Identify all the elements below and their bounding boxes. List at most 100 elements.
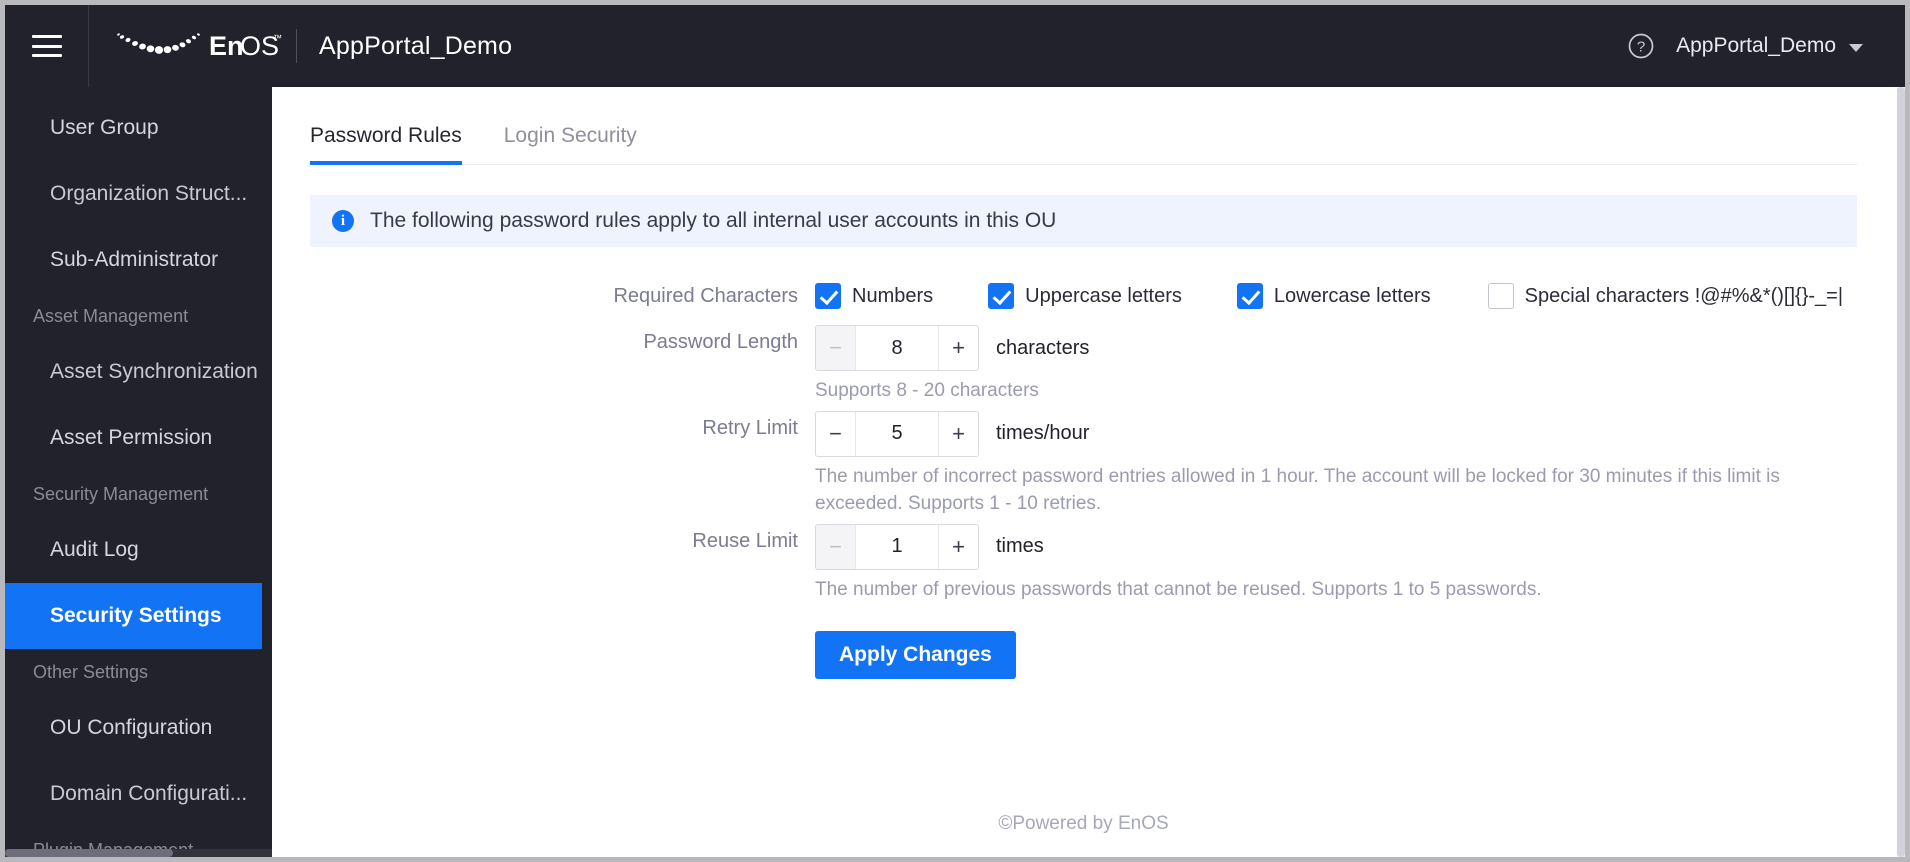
sidebar-item-label: Organization Struct... (50, 182, 248, 205)
password-length-decrement-button[interactable]: − (816, 326, 856, 370)
sidebar-group-asset-management: Asset Management (5, 293, 272, 339)
sidebar-item-sub-administrator[interactable]: Sub-Administrator (5, 227, 272, 293)
sidebar-group-other-settings: Other Settings (5, 649, 272, 695)
retry-limit-unit: times/hour (996, 422, 1090, 445)
svg-text:™: ™ (273, 33, 282, 43)
sidebar-group-label: Other Settings (33, 661, 149, 682)
application-window: En OS ™ AppPortal_Demo ? AppPortal_Demo (0, 0, 1910, 862)
page-content: Password Rules Login Security i The foll… (272, 87, 1905, 813)
chevron-down-icon (1849, 43, 1863, 52)
form-row-apply: Apply Changes (310, 631, 1857, 680)
password-rules-form: Required Characters Numbers Uppercase le… (310, 273, 1857, 680)
required-characters-label: Required Characters (613, 285, 798, 307)
tab-login-security[interactable]: Login Security (504, 124, 637, 164)
main-vertical-scrollbar[interactable] (1897, 87, 1905, 857)
sidebar-item-label: Security Settings (50, 604, 222, 627)
reuse-limit-decrement-button[interactable]: − (816, 524, 856, 569)
sidebar-group-security-management: Security Management (5, 471, 272, 517)
retry-limit-input[interactable]: 5 (856, 412, 938, 456)
user-menu[interactable]: AppPortal_Demo (1676, 34, 1863, 58)
app-title: AppPortal_Demo (319, 31, 513, 60)
hamburger-bars (31, 35, 62, 57)
svg-text:?: ? (1637, 39, 1645, 56)
tab-label: Login Security (503, 124, 637, 147)
checkbox-box-icon (1487, 283, 1514, 309)
tab-bar: Password Rules Login Security (310, 87, 1857, 165)
password-length-increment-button[interactable]: + (938, 326, 978, 370)
sidebar-item-audit-log[interactable]: Audit Log (5, 517, 272, 583)
user-name-label: AppPortal_Demo (1676, 34, 1836, 57)
checkbox-label: Special characters !@#%&*()[]{}-_=| (1524, 284, 1844, 307)
header-actions: ? AppPortal_Demo (1626, 31, 1905, 61)
sidebar-item-user-group[interactable]: User Group (5, 95, 272, 161)
tab-password-rules[interactable]: Password Rules (310, 124, 462, 165)
apply-changes-button[interactable]: Apply Changes (815, 631, 1016, 680)
retry-limit-increment-button[interactable]: + (938, 411, 978, 456)
checkbox-label: Numbers (852, 284, 934, 307)
sidebar-item-label: User Group (50, 116, 159, 139)
checkbox-numbers[interactable]: Numbers (815, 283, 933, 309)
page-footer: ©Powered by EnOS (998, 813, 1169, 834)
info-circle-icon: i (332, 210, 354, 232)
form-row-reuse-limit: Reuse Limit − 1 + times The number of pr… (310, 518, 1857, 604)
sidebar-horizontal-scrollbar[interactable] (5, 849, 272, 857)
brand-divider (296, 29, 297, 63)
sidebar-group-label: Asset Management (33, 305, 189, 326)
sidebar-item-security-settings[interactable]: Security Settings (5, 583, 262, 649)
reuse-limit-hint: The number of previous passwords that ca… (815, 578, 1542, 600)
password-length-label: Password Length (643, 331, 798, 353)
svg-text:En: En (209, 31, 244, 61)
retry-limit-hint: The number of incorrect password entries… (815, 465, 1780, 515)
password-length-stepper: − 8 + (815, 325, 979, 371)
sidebar-item-label: Sub-Administrator (50, 248, 219, 271)
reuse-limit-unit: times (996, 535, 1044, 558)
body-container: User Group Organization Struct... Sub-Ad… (5, 87, 1905, 857)
info-banner: i The following password rules apply to … (310, 195, 1857, 247)
sidebar-item-organization-structure[interactable]: Organization Struct... (5, 161, 272, 227)
retry-limit-label: Retry Limit (702, 416, 798, 439)
retry-limit-stepper: − 5 + (815, 410, 979, 457)
tab-label: Password Rules (310, 124, 462, 147)
sidebar-item-label: OU Configuration (50, 716, 213, 739)
sidebar-item-asset-synchronization[interactable]: Asset Synchronization (5, 339, 272, 405)
password-length-hint: Supports 8 - 20 characters (815, 380, 1039, 401)
sidebar-group-label: Security Management (33, 483, 209, 504)
checkbox-uppercase-letters[interactable]: Uppercase letters (988, 283, 1182, 309)
enos-logo-icon: En OS ™ (117, 31, 282, 61)
sidebar-item-asset-permission[interactable]: Asset Permission (5, 405, 272, 471)
checkbox-label: Lowercase letters (1273, 284, 1431, 307)
checkbox-box-icon (1236, 283, 1263, 309)
reuse-limit-label: Reuse Limit (692, 529, 798, 552)
brand-area: En OS ™ AppPortal_Demo (89, 5, 512, 87)
required-characters-field: Numbers Uppercase letters Lowercase lett… (815, 273, 1857, 319)
top-header-bar: En OS ™ AppPortal_Demo ? AppPortal_Demo (5, 5, 1905, 87)
main-scrollbar-thumb[interactable] (1897, 87, 1905, 857)
retry-limit-field: − 5 + times/hour The number of incorrect… (815, 405, 1857, 518)
sidebar-item-label: Asset Permission (50, 426, 213, 449)
apply-field: Apply Changes (815, 631, 1857, 680)
sidebar-scrollbar-thumb[interactable] (5, 849, 173, 857)
form-row-password-length: Password Length − 8 + characters Support… (310, 319, 1857, 405)
reuse-limit-stepper-line: − 1 + times (815, 523, 1857, 570)
checkbox-box-icon (988, 283, 1015, 309)
question-circle-icon[interactable]: ? (1626, 31, 1656, 61)
reuse-limit-field: − 1 + times The number of previous passw… (815, 518, 1857, 604)
reuse-limit-increment-button[interactable]: + (938, 524, 978, 569)
retry-limit-stepper-line: − 5 + times/hour (815, 410, 1857, 457)
checkbox-label: Uppercase letters (1025, 284, 1182, 307)
password-length-field: − 8 + characters Supports 8 - 20 charact… (815, 319, 1857, 405)
sidebar-item-label: Asset Synchronization (50, 360, 258, 383)
password-length-input[interactable]: 8 (856, 326, 938, 370)
reuse-limit-input[interactable]: 1 (856, 525, 938, 569)
sidebar-item-domain-configuration[interactable]: Domain Configurati... (5, 761, 272, 827)
reuse-limit-stepper: − 1 + (815, 523, 979, 570)
checkbox-special-characters[interactable]: Special characters !@#%&*()[]{}-_=| (1487, 283, 1844, 309)
sidebar-item-label: Audit Log (50, 538, 139, 561)
retry-limit-decrement-button[interactable]: − (816, 411, 856, 456)
checkbox-box-icon (815, 283, 841, 309)
sidebar-item-ou-configuration[interactable]: OU Configuration (5, 695, 272, 761)
hamburger-menu-icon[interactable] (5, 5, 89, 87)
checkbox-lowercase-letters[interactable]: Lowercase letters (1236, 283, 1431, 309)
main-content-panel: Password Rules Login Security i The foll… (272, 87, 1905, 857)
sidebar-navigation: User Group Organization Struct... Sub-Ad… (5, 87, 272, 857)
